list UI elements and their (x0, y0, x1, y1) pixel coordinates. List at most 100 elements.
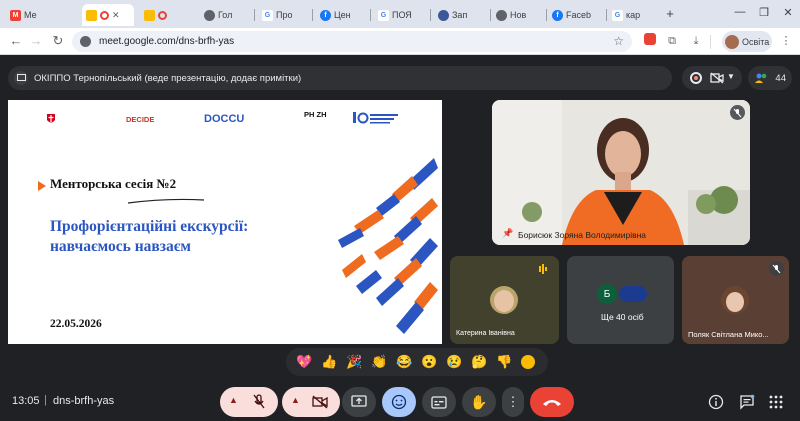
presentation-icon (14, 71, 28, 85)
participants-button[interactable]: 44 (748, 66, 792, 90)
tab-golovna[interactable]: Гол (200, 4, 250, 26)
tab-label: Гол (218, 10, 233, 20)
reaction-surprised[interactable]: 😮 (417, 351, 442, 373)
participant-tile-2[interactable]: Катерина Іванівна (450, 256, 559, 344)
restore-button[interactable]: ❐ (756, 6, 772, 19)
underline-stroke (127, 198, 205, 204)
bookmark-star-icon[interactable]: ☆ (613, 34, 624, 48)
minimize-button[interactable]: — (732, 6, 748, 18)
extensions-puzzle-icon[interactable]: ⧉ (664, 33, 680, 49)
download-icon[interactable]: ⤓ (688, 33, 704, 49)
tab-gmail[interactable]: M Ме (6, 4, 46, 26)
raise-hand-button[interactable]: ✋ (462, 387, 496, 417)
site-icon (438, 9, 449, 21)
activities-button[interactable] (767, 393, 785, 411)
tab-facebook-2[interactable]: f Faceb (548, 4, 604, 26)
chat-button[interactable] (738, 393, 756, 411)
pin-icon[interactable]: 📌 (502, 228, 513, 239)
new-tab-button[interactable]: + (662, 6, 678, 21)
doccu-logo: DOCCU (204, 113, 245, 125)
chevron-up-icon[interactable]: ▲ (291, 395, 300, 405)
participant-tile-4[interactable]: Поляк Світлана Мико... (682, 256, 789, 344)
reaction-heart[interactable]: 💖 (292, 351, 317, 373)
google-icon: G (262, 9, 273, 21)
reaction-thumbs-down[interactable]: 👎 (492, 351, 517, 373)
forward-button[interactable]: → (28, 33, 44, 49)
tab-meet-2[interactable] (140, 4, 190, 26)
reload-button[interactable]: ↻ (50, 33, 66, 49)
tab-facebook-1[interactable]: f Цен (316, 4, 366, 26)
arrow-marker-icon (38, 178, 46, 196)
camera-off-icon (312, 395, 328, 414)
mic-off-icon (769, 261, 784, 276)
slide-subtitle-line2: навчаємось навзаєм (50, 238, 191, 255)
hang-up-icon (543, 400, 561, 406)
speaking-indicator-icon (538, 262, 548, 280)
globe-icon (496, 9, 507, 21)
speaker-name: Борисюк Зоряна Володимирівна (518, 230, 647, 240)
more-options-button[interactable]: ⋮ (502, 387, 524, 417)
mic-toggle-button[interactable]: ▲ (220, 387, 278, 417)
site-info-icon[interactable] (80, 36, 91, 47)
profile-button[interactable]: Освіта (722, 31, 772, 52)
extension-adblock-icon[interactable] (642, 33, 658, 49)
camera-off-icon (710, 71, 724, 89)
recording-icon (158, 10, 167, 20)
close-window-button[interactable]: ✕ (780, 6, 796, 19)
slide-title: Менторська сесія №2 (50, 176, 177, 191)
tab-meet-active[interactable]: ✕ (82, 4, 134, 26)
avatar: Б (597, 284, 617, 304)
leave-call-button[interactable] (530, 387, 574, 417)
meet-icon (144, 9, 155, 21)
avatar (619, 286, 647, 302)
participant-name: Катерина Іванівна (456, 330, 515, 337)
tab-label: кар (626, 10, 641, 20)
tab-zap[interactable]: Зап (434, 4, 486, 26)
browser-menu-icon[interactable]: ⋮ (778, 33, 794, 49)
reaction-laugh[interactable]: 😂 (392, 351, 417, 373)
reaction-thinking[interactable]: 🤔 (467, 351, 492, 373)
close-icon[interactable]: ✕ (112, 10, 120, 21)
divider: | (44, 394, 47, 406)
more-participants-label: Ще 40 осіб (601, 312, 644, 322)
recording-controls[interactable]: ▼ (682, 66, 742, 90)
tab-nov[interactable]: Нов (492, 4, 544, 26)
toolbar: ← → ↻ meet.google.com/dns-brfh-yas ☆ ⧉ ⤓… (0, 28, 800, 55)
meeting-code: dns-brfh-yas (53, 395, 115, 407)
captions-button[interactable] (422, 387, 456, 417)
speaker-video (492, 100, 750, 245)
url-text: meet.google.com/dns-brfh-yas (99, 36, 235, 47)
google-icon: G (612, 9, 623, 21)
tab-google-2[interactable]: G ПОЯ (374, 4, 426, 26)
tab-label: Ме (24, 10, 37, 20)
tab-google-3[interactable]: G кар (608, 4, 658, 26)
meeting-info-button[interactable] (707, 393, 725, 411)
phzh-logo: PH ZH (304, 110, 327, 119)
more-vert-icon: ⋮ (506, 394, 520, 409)
address-bar[interactable]: meet.google.com/dns-brfh-yas ☆ (72, 31, 632, 52)
more-participants-tile[interactable]: Б Ще 40 осіб (567, 256, 674, 344)
reaction-skin-tone-button[interactable] (521, 355, 535, 369)
reactions-button[interactable] (382, 387, 416, 417)
reaction-thumbs-up[interactable]: 👍 (317, 351, 342, 373)
speaker-tile-main[interactable]: 📌 Борисюк Зоряна Володимирівна (492, 100, 750, 245)
slide-date: 22.05.2026 (50, 318, 102, 330)
present-screen-button[interactable] (342, 387, 376, 417)
camera-toggle-button[interactable]: ▲ (282, 387, 340, 417)
emoji-icon (391, 394, 407, 410)
tab-label: Зап (452, 10, 468, 20)
tab-separator (546, 9, 547, 21)
participant-count: 44 (775, 72, 786, 84)
chat-icon (740, 394, 755, 410)
reaction-party[interactable]: 🎉 (342, 351, 367, 373)
reactions-bar: 💖 👍 🎉 👏 😂 😮 😢 🤔 👎 (286, 348, 548, 376)
slide-subtitle-line1: Профорієнтаційні екскурсії: (50, 218, 249, 235)
tab-google-1[interactable]: G Про (258, 4, 308, 26)
browser-window: M Ме ✕ Гол G Про f Цен G ПОЯ Зап Нов f F… (0, 0, 800, 421)
back-button[interactable]: ← (8, 33, 24, 49)
tab-label: ПОЯ (392, 10, 412, 20)
facebook-icon: f (320, 9, 331, 21)
reaction-clap[interactable]: 👏 (367, 351, 392, 373)
chevron-up-icon[interactable]: ▲ (229, 395, 238, 405)
reaction-sad[interactable]: 😢 (442, 351, 467, 373)
